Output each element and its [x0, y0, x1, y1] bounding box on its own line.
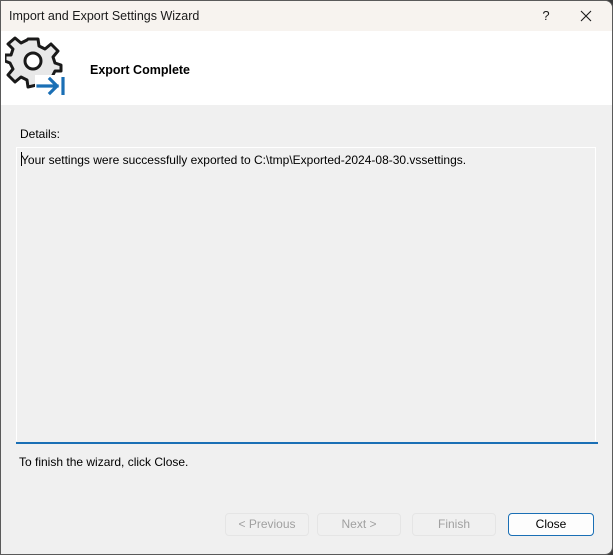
previous-button[interactable]: < Previous [225, 513, 309, 536]
wizard-header: Export Complete [1, 31, 612, 105]
gear-export-icon [5, 36, 69, 97]
next-button[interactable]: Next > [317, 513, 401, 536]
close-icon [580, 10, 592, 22]
details-focus-underline [16, 442, 598, 444]
close-window-button[interactable] [571, 5, 601, 27]
page-title: Export Complete [90, 63, 191, 77]
details-label: Details: [20, 127, 61, 141]
details-textbox[interactable]: Your settings were successfully exported… [16, 147, 596, 441]
title-bar: Import and Export Settings Wizard ? [1, 1, 612, 31]
help-button[interactable]: ? [531, 5, 561, 27]
window-title: Import and Export Settings Wizard [9, 9, 200, 23]
wizard-dialog: Import and Export Settings Wizard ? Expo… [0, 0, 613, 555]
details-text: Your settings were successfully exported… [21, 153, 467, 167]
finish-button[interactable]: Finish [412, 513, 496, 536]
finish-hint: To finish the wizard, click Close. [19, 455, 189, 469]
close-button[interactable]: Close [508, 513, 594, 536]
